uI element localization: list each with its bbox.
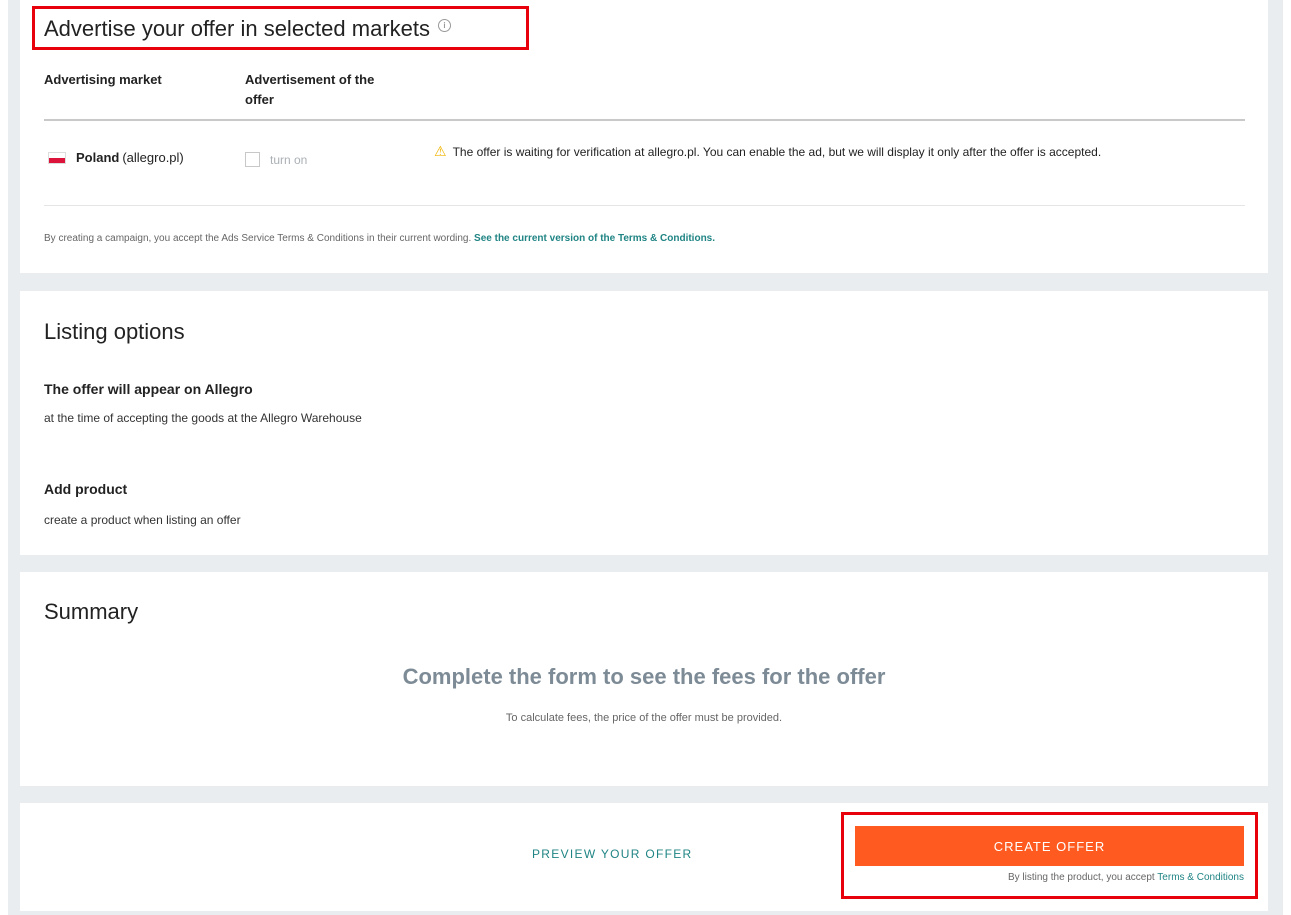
- listing-options-title: Listing options: [44, 319, 185, 344]
- listing-options-section: Listing options The offer will appear on…: [20, 291, 1268, 555]
- poland-flag-icon: [48, 151, 66, 164]
- appear-on-allegro-text: at the time of accepting the goods at th…: [44, 411, 362, 425]
- add-product-title: Add product: [44, 481, 128, 497]
- market-site: (allegro.pl): [122, 150, 184, 165]
- summary-title: Summary: [44, 599, 139, 624]
- listing-terms-notice: By listing the product, you accept Terms…: [1008, 872, 1244, 883]
- verification-warning-text: The offer is waiting for verification at…: [452, 145, 1102, 159]
- preview-offer-button[interactable]: PREVIEW YOUR OFFER: [532, 847, 693, 861]
- advertise-section: Advertise your offer in selected markets…: [20, 0, 1268, 273]
- listing-terms-link[interactable]: Terms & Conditions: [1157, 872, 1244, 883]
- advertisement-toggle[interactable]: turn on: [245, 152, 307, 167]
- ads-terms-notice: By creating a campaign, you accept the A…: [44, 233, 715, 244]
- column-header-advertisement: Advertisement of the offer: [245, 70, 415, 110]
- advertise-title: Advertise your offer in selected markets…: [44, 16, 451, 42]
- create-offer-button[interactable]: CREATE OFFER: [855, 826, 1244, 866]
- column-header-advertisement-line2: offer: [245, 92, 274, 107]
- summary-section: Summary Complete the form to see the fee…: [20, 572, 1268, 786]
- ads-terms-link[interactable]: See the current version of the Terms & C…: [474, 233, 715, 244]
- add-product-text: create a product when listing an offer: [44, 513, 241, 527]
- fees-subtext: To calculate fees, the price of the offe…: [505, 712, 783, 724]
- market-country: Poland: [76, 150, 120, 165]
- fees-headline: Complete the form to see the fees for th…: [402, 664, 886, 689]
- advertisement-toggle-label: turn on: [270, 152, 308, 167]
- advertisement-checkbox[interactable]: [245, 152, 260, 167]
- warning-icon: ⚠: [434, 143, 447, 159]
- row-divider: [44, 205, 1245, 206]
- column-header-advertisement-line1: Advertisement of the: [245, 72, 375, 87]
- market-row-poland: Poland (allegro.pl): [48, 150, 184, 165]
- appear-on-allegro-title: The offer will appear on Allegro: [44, 381, 253, 397]
- verification-warning: ⚠ The offer is waiting for verification …: [434, 142, 1204, 162]
- advertise-title-text: Advertise your offer in selected markets: [44, 16, 430, 41]
- table-header-divider: [44, 119, 1245, 121]
- ads-terms-text: By creating a campaign, you accept the A…: [44, 233, 472, 244]
- column-header-market: Advertising market: [44, 72, 162, 87]
- listing-terms-text: By listing the product, you accept: [1007, 872, 1155, 883]
- actions-section: PREVIEW YOUR OFFER CREATE OFFER By listi…: [20, 803, 1268, 911]
- info-icon[interactable]: i: [438, 19, 451, 32]
